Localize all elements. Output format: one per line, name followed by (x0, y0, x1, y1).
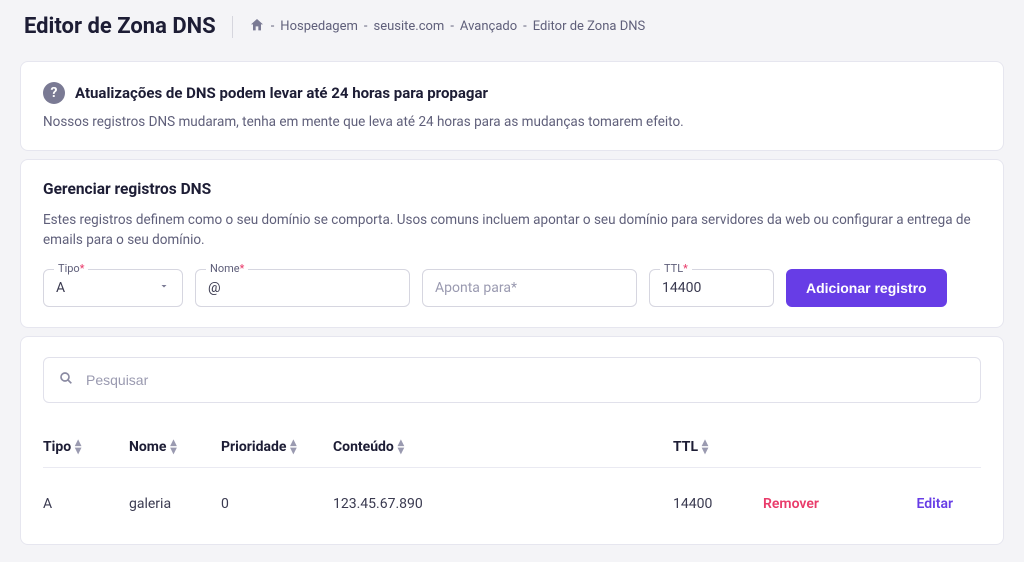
points-placeholder: Aponta para* (435, 280, 517, 296)
search-input[interactable] (86, 372, 966, 388)
search-box[interactable] (43, 357, 981, 403)
breadcrumb: - Hospedagem - seusite.com - Avançado - … (249, 17, 646, 37)
table-header: Tipo▴▾ Nome▴▾ Prioridade▴▾ Conteúdo▴▾ TT… (43, 427, 981, 468)
breadcrumb-item[interactable]: Avançado (460, 19, 517, 34)
name-label: Nome* (206, 262, 248, 275)
th-priority[interactable]: Prioridade▴▾ (221, 439, 333, 455)
sort-icon: ▴▾ (702, 439, 708, 453)
breadcrumb-item[interactable]: Hospedagem (280, 19, 358, 34)
th-content[interactable]: Conteúdo▴▾ (333, 439, 673, 455)
records-table: Tipo▴▾ Nome▴▾ Prioridade▴▾ Conteúdo▴▾ TT… (43, 427, 981, 524)
table-row: A galeria 0 123.45.67.890 14400 Remover … (43, 468, 981, 524)
type-value: A (56, 280, 65, 296)
divider (232, 16, 233, 38)
sort-icon: ▴▾ (170, 439, 176, 453)
edit-link[interactable]: Editar (873, 496, 953, 512)
manage-title: Gerenciar registros DNS (43, 180, 981, 198)
sort-icon: ▴▾ (398, 439, 404, 453)
points-field[interactable]: Aponta para* (422, 269, 637, 307)
cell-content: 123.45.67.890 (333, 496, 673, 512)
search-icon (58, 370, 74, 390)
breadcrumb-item[interactable]: seusite.com (373, 19, 444, 34)
name-field[interactable]: Nome* @ (195, 269, 410, 307)
remove-link[interactable]: Remover (763, 496, 873, 512)
ttl-value: 14400 (662, 280, 701, 296)
cell-type: A (43, 496, 129, 512)
add-record-button[interactable]: Adicionar registro (786, 269, 947, 307)
th-ttl[interactable]: TTL▴▾ (673, 439, 763, 455)
info-title: Atualizações de DNS podem levar até 24 h… (75, 84, 488, 102)
cell-ttl: 14400 (673, 496, 763, 512)
breadcrumb-sep: - (271, 19, 275, 34)
breadcrumb-sep: - (523, 19, 527, 34)
page-title: Editor de Zona DNS (24, 14, 216, 39)
page-header: Editor de Zona DNS - Hospedagem - seusit… (0, 0, 1024, 53)
manage-card: Gerenciar registros DNS Estes registros … (20, 159, 1004, 328)
home-icon[interactable] (249, 17, 265, 37)
add-record-form: Tipo* A Nome* @ Aponta para* TTL* 14400 … (43, 269, 981, 307)
breadcrumb-sep: - (364, 19, 368, 34)
ttl-label: TTL* (660, 262, 692, 275)
th-name[interactable]: Nome▴▾ (129, 439, 221, 455)
breadcrumb-sep: - (450, 19, 454, 34)
sort-icon: ▴▾ (75, 439, 81, 453)
info-body: Nossos registros DNS mudaram, tenha em m… (43, 114, 981, 130)
type-select[interactable]: Tipo* A (43, 269, 183, 307)
breadcrumb-item[interactable]: Editor de Zona DNS (533, 19, 645, 34)
question-icon: ? (43, 82, 65, 104)
name-value: @ (208, 280, 221, 296)
type-label: Tipo* (54, 262, 88, 275)
sort-icon: ▴▾ (290, 439, 296, 453)
cell-name: galeria (129, 496, 221, 512)
records-table-card: Tipo▴▾ Nome▴▾ Prioridade▴▾ Conteúdo▴▾ TT… (20, 336, 1004, 545)
manage-desc: Estes registros definem como o seu domín… (43, 210, 981, 251)
info-card: ? Atualizações de DNS podem levar até 24… (20, 61, 1004, 151)
cell-priority: 0 (221, 496, 333, 512)
ttl-field[interactable]: TTL* 14400 (649, 269, 774, 307)
chevron-down-icon (158, 280, 170, 296)
th-type[interactable]: Tipo▴▾ (43, 439, 129, 455)
